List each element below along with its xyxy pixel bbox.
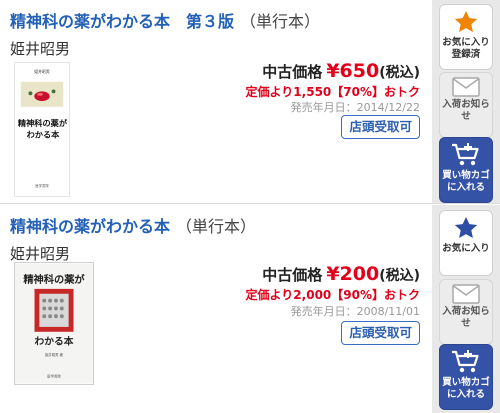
cart-label: 買い物カゴに入れる [442, 377, 490, 400]
discount-text: 定価より1,550【70%】おトク [245, 85, 420, 99]
svg-text:姫井昭男 著: 姫井昭男 著 [45, 352, 64, 357]
store-pickup-badge[interactable]: 店頭受取可 [341, 115, 420, 139]
add-to-cart-button[interactable]: 買い物カゴに入れる [439, 344, 493, 410]
release-date: 発売年月日：2008/11/01 [290, 305, 420, 318]
action-sidebar: お気に入り登録済 入荷お知らせ 買い物カゴに入れる [432, 0, 500, 203]
mail-icon [452, 284, 480, 304]
product-content: 精神科の薬がわかる本 （単行本） 姫井昭男 精神科の薬が わかる本 姫井昭男 著 … [0, 205, 432, 413]
product-title-link[interactable]: 精神科の薬がわかる本 第３版 （単行本） [10, 8, 320, 32]
product-format: （単行本） [176, 217, 257, 236]
release-date: 発売年月日：2014/12/22 [290, 101, 420, 114]
product-format: （単行本） [240, 12, 321, 31]
favorite-label: お気に入り [442, 243, 490, 254]
price-value: ¥200 [326, 263, 380, 285]
cart-label: 買い物カゴに入れる [442, 170, 490, 193]
price-label: 中古価格 [262, 266, 323, 284]
product-item: 精神科の薬がわかる本 第３版 （単行本） 姫井昭男 姫井昭男 精神科の薬が わかる… [0, 0, 500, 204]
product-title[interactable]: 精神科の薬がわかる本 [10, 217, 170, 236]
book-cover[interactable]: 精神科の薬が わかる本 姫井昭男 著 医学書院 [14, 262, 94, 385]
add-to-cart-button[interactable]: 買い物カゴに入れる [439, 137, 493, 203]
svg-text:わかる本: わかる本 [27, 130, 61, 140]
tax-label: (税込) [379, 65, 420, 81]
favorite-label: お気に入り登録済 [442, 37, 490, 60]
used-price: 中古価格 ¥200(税込) [262, 263, 420, 285]
action-sidebar: お気に入り 入荷お知らせ 買い物カゴに入れる [432, 205, 500, 413]
product-item: 精神科の薬がわかる本 （単行本） 姫井昭男 精神科の薬が わかる本 姫井昭男 著 … [0, 205, 500, 413]
product-title-link[interactable]: 精神科の薬がわかる本 （単行本） [10, 213, 256, 237]
price-label: 中古価格 [262, 63, 323, 81]
svg-text:医学書院: 医学書院 [35, 183, 49, 188]
book-cover[interactable]: 姫井昭男 精神科の薬が わかる本 医学書院 [14, 62, 70, 197]
book-cover-image: 姫井昭男 精神科の薬が わかる本 医学書院 [15, 64, 69, 195]
star-icon [454, 10, 478, 32]
svg-text:精神科の薬が: 精神科の薬が [18, 118, 68, 128]
restock-notify-button[interactable]: 入荷お知らせ [439, 279, 493, 345]
book-cover-image: 精神科の薬が わかる本 姫井昭男 著 医学書院 [15, 263, 93, 384]
product-author: 姫井昭男 [10, 40, 71, 58]
restock-notify-button[interactable]: 入荷お知らせ [439, 72, 493, 138]
svg-text:医学書院: 医学書院 [47, 374, 61, 379]
used-price: 中古価格 ¥650(税込) [262, 60, 420, 82]
product-author: 姫井昭男 [10, 245, 71, 263]
product-content: 精神科の薬がわかる本 第３版 （単行本） 姫井昭男 姫井昭男 精神科の薬が わかる… [0, 0, 432, 203]
notify-label: 入荷お知らせ [442, 306, 490, 329]
price-value: ¥650 [326, 60, 380, 82]
svg-text:わかる本: わかる本 [35, 334, 74, 347]
store-pickup-badge[interactable]: 店頭受取可 [341, 321, 420, 345]
svg-text:姫井昭男: 姫井昭男 [34, 69, 50, 74]
mail-icon [452, 77, 480, 97]
star-icon [454, 216, 478, 238]
discount-text: 定価より2,000【90%】おトク [245, 288, 420, 302]
product-title[interactable]: 精神科の薬がわかる本 第３版 [10, 12, 234, 31]
cart-icon [452, 350, 479, 373]
svg-text:精神科の薬が: 精神科の薬が [23, 273, 85, 286]
favorite-button[interactable]: お気に入り登録済 [439, 4, 493, 70]
cart-icon [452, 143, 479, 166]
notify-label: 入荷お知らせ [442, 99, 490, 122]
favorite-button[interactable]: お気に入り [439, 210, 493, 276]
tax-label: (税込) [379, 268, 420, 284]
